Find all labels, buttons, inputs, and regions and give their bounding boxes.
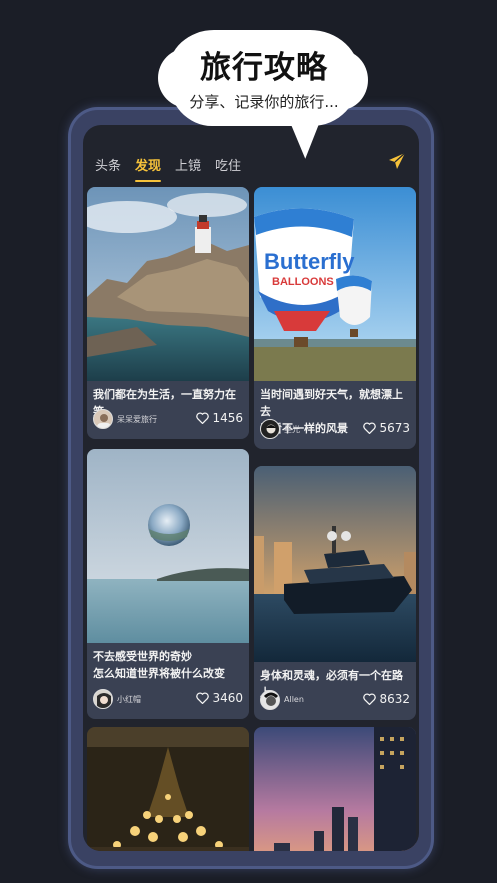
city-skyline-photo [254, 727, 416, 851]
balloon-sub-text: BALLOONS [272, 276, 334, 288]
title-bubble: 旅行攻略 分享、记录你的旅行... [158, 30, 368, 126]
like-count[interactable]: 1456 [196, 411, 243, 425]
username[interactable]: 呆呆爱旅行 [117, 414, 157, 425]
list-item[interactable]: Butterfly BALLOONS 当时间遇到好天气，就想漂上去 看看不一样的… [254, 187, 416, 449]
tab-discover[interactable]: 发现 [135, 155, 162, 182]
app-screen: 头条 发现 上镜 吃住 我们都在为生活，一直努力在 呆呆爱旅行 1456 But… [83, 125, 419, 851]
heart-icon [196, 692, 210, 704]
list-item[interactable]: 我们都在为生活，一直努力在笑 呆呆爱旅行 1456 [87, 187, 249, 439]
like-count[interactable]: 3460 [196, 691, 243, 705]
hot-air-balloon-photo: Butterfly BALLOONS [254, 187, 416, 381]
bubble-tail [286, 109, 332, 161]
username[interactable]: Allen [284, 695, 304, 704]
tab-photogenic[interactable]: 上镜 [175, 155, 201, 174]
heart-icon [363, 422, 377, 434]
tab-bar: 头条 发现 上镜 吃住 [95, 155, 255, 182]
lighthouse-photo [87, 187, 249, 381]
username[interactable]: 星光 [284, 424, 300, 435]
paper-plane-icon[interactable] [387, 151, 407, 171]
avatar[interactable] [260, 690, 280, 710]
like-count[interactable]: 5673 [363, 421, 410, 435]
list-item[interactable]: 不去感受世界的奇妙 怎么知道世界将被什么改变 小红帽 3460 [87, 449, 249, 719]
like-count[interactable]: 8632 [363, 692, 410, 706]
yacht-photo [254, 466, 416, 662]
banner-subtitle: 分享、记录你的旅行... [189, 93, 339, 111]
avatar[interactable] [93, 409, 113, 429]
avatar[interactable] [260, 419, 280, 439]
list-item[interactable] [254, 727, 416, 851]
heart-icon [196, 412, 210, 424]
banner-title: 旅行攻略 [200, 50, 328, 86]
list-item[interactable]: 身体和灵魂，必须有一个在路上 Allen 8632 [254, 466, 416, 720]
list-item[interactable] [87, 727, 249, 851]
tab-headlines[interactable]: 头条 [95, 155, 121, 174]
crystal-ball-photo [87, 449, 249, 643]
heart-icon [363, 693, 377, 705]
username[interactable]: 小红帽 [117, 694, 141, 705]
balloon-brand-text: Butterfly [264, 249, 355, 274]
tab-food-stay[interactable]: 吃住 [215, 155, 241, 174]
chandelier-photo [87, 727, 249, 851]
card-caption: 不去感受世界的奇妙 怎么知道世界将被什么改变 [93, 650, 225, 680]
avatar[interactable] [93, 689, 113, 709]
